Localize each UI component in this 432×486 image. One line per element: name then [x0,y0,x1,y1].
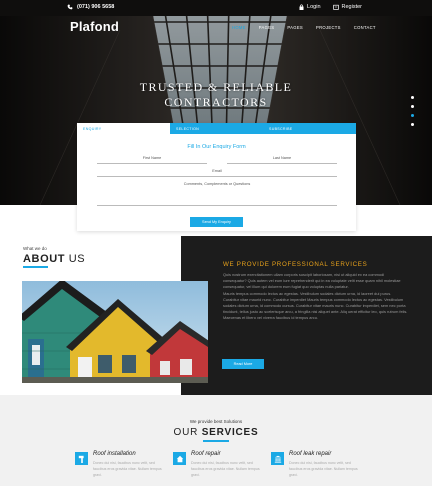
professional-services-title: WE PROVIDE PROFESSIONAL SERVICES [223,261,368,268]
home-icon [173,452,186,465]
hammer-icon [75,452,88,465]
top-bar: (071) 906 5658 Login Register [0,0,432,16]
slider-dot[interactable] [411,105,414,108]
phone-number[interactable]: (071) 906 5658 [67,4,114,10]
service-item-roof-repair[interactable]: Roof repair Donec dui nisi, faucibus nun… [173,450,273,486]
about-title-bold: ABOUT [23,253,66,265]
service-description: Donec dui nisi, faucibus nunc velit, sed… [191,461,260,477]
colorful-houses-picture [22,281,208,383]
nav-item-pages[interactable]: PAGES [259,25,275,30]
send-enquiry-button[interactable]: Send My Enquiry [190,217,243,227]
auth-links: Login Register [299,4,362,10]
nav-item-projects[interactable]: PROJECTS [316,25,341,30]
slider-dot[interactable] [411,96,414,99]
register-link[interactable]: Register [332,4,362,10]
phone-number-text: (071) 906 5658 [77,4,115,10]
houses-image [22,281,208,383]
service-item-roof-installation[interactable]: Roof installation Donec dui nisi, faucib… [75,450,175,486]
read-more-button[interactable]: Read More [222,359,264,369]
comments-field[interactable]: Comments, Complements or Questions [97,182,337,186]
about-paragraph-2: Mauris tempus commodo lectus ac egestas.… [223,290,408,321]
nav-item-home[interactable]: HOME [232,25,246,30]
last-name-field[interactable]: Last Name [227,156,337,160]
comments-underline [97,205,337,206]
about-title-underline [23,266,48,268]
services-title-bold: SERVICES [201,427,259,438]
about-title: ABOUT US [23,253,85,265]
tab-enquiry[interactable]: ENQUIRY [77,123,170,134]
service-description: Donec dui nisi, faucibus nunc velit, sed… [93,461,162,477]
nav-item-contact[interactable]: CONTACT [354,25,376,30]
first-name-underline [97,163,207,164]
service-item-roof-leak-repair[interactable]: Roof leak repair Donec dui nisi, faucibu… [271,450,371,486]
hero-headline: TRUSTED & RELIABLE CONTRACTORS [0,80,432,110]
building-icon [271,452,284,465]
form-title: Fill In Our Enquiry Form [187,144,246,150]
services-title-underline [203,440,229,442]
about-title-rest: US [65,253,86,265]
form-tabs: ENQUIRY SELECTION SUBSCRIBE [77,123,356,134]
slider-dot-active[interactable] [411,114,414,117]
slider-dot[interactable] [411,123,414,126]
tab-selection[interactable]: SELECTION [170,123,263,134]
last-name-underline [227,163,337,164]
first-name-field[interactable]: First Name [97,156,207,160]
services-title-rest: OUR [173,427,202,438]
slider-dots [411,96,414,126]
tab-subscribe[interactable]: SUBSCRIBE [263,123,356,134]
about-text: Quis nostrum exercitationem ullam corpor… [223,272,408,322]
login-link[interactable]: Login [299,4,321,10]
nav-item-pages-2[interactable]: PAGES [287,25,303,30]
phone-icon [67,4,73,10]
main-nav: HOME PAGES PAGES PROJECTS CONTACT [232,25,376,30]
email-underline [97,176,337,177]
lock-icon [299,4,304,10]
enquiry-form: ENQUIRY SELECTION SUBSCRIBE Fill In Our … [77,123,356,231]
services-title: OUR SERVICES [0,427,432,438]
services-subtitle: We provide best Solutions [189,419,243,424]
register-label: Register [341,4,362,10]
email-field[interactable]: Email [97,169,337,173]
service-name: Roof installation [93,451,136,457]
hero-headline-line2: CONTRACTORS [164,95,268,109]
hero-headline-line1: TRUSTED & RELIABLE [139,80,293,94]
service-description: Donec dui nisi, faucibus nunc velit, sed… [289,461,358,477]
site-logo[interactable]: Plafond [70,19,119,34]
login-label: Login [307,4,321,10]
service-name: Roof leak repair [289,451,332,457]
register-icon [332,4,339,10]
service-name: Roof repair [191,451,221,457]
about-paragraph-1: Quis nostrum exercitationem ullam corpor… [223,272,401,290]
about-subtitle: What we do [23,246,47,251]
